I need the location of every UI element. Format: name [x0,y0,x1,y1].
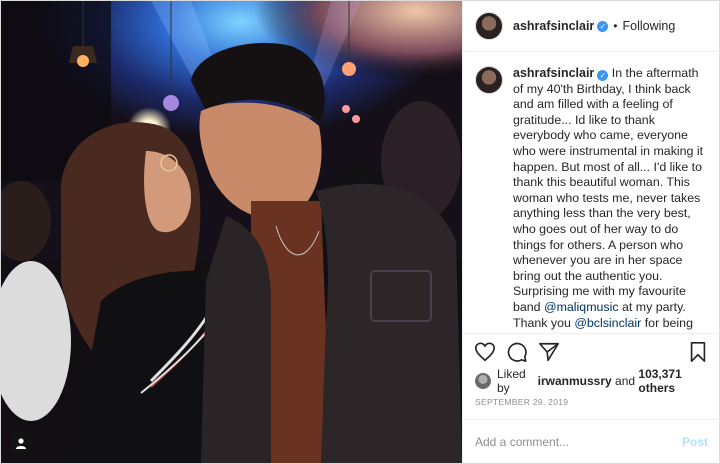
mention-link[interactable]: @maliqmusic [544,300,619,314]
tagged-users-button[interactable] [10,432,32,454]
post-photo[interactable] [1,1,462,463]
comment-icon[interactable] [505,340,529,364]
bookmark-icon[interactable] [686,340,710,364]
following-button[interactable]: Following [623,19,676,33]
avatar[interactable] [475,12,503,40]
post-sidebar: ashrafsinclair ✓ • Following ashrafsincl… [462,1,720,463]
avatar[interactable] [475,66,503,94]
likes-conjunction: and [615,374,636,388]
liker-username-link[interactable]: irwanmussry [538,374,612,388]
post-date[interactable]: SEPTEMBER 29, 2019 [463,392,720,413]
likes-summary: Liked by irwanmussry and 103,371 others [463,367,720,395]
likes-count-link[interactable]: 103,371 others [638,367,708,395]
caption-text: ashrafsinclair ✓ In the aftermath of my 4… [513,66,708,333]
share-icon[interactable] [537,340,561,364]
comment-box: Post [463,419,720,463]
liker-avatar[interactable] [475,373,491,389]
verified-badge-icon: ✓ [597,20,609,32]
action-bar [463,334,720,370]
verified-badge-icon: ✓ [597,70,609,81]
separator-dot: • [613,19,618,33]
instagram-post: ashrafsinclair ✓ • Following ashrafsincl… [0,0,720,464]
post-header: ashrafsinclair ✓ • Following [463,1,720,52]
caption-body-1: In the aftermath of my 40'th Birthday, I… [513,66,704,314]
couple-photo-illustration [1,1,462,463]
username-link[interactable]: ashrafsinclair [513,19,594,33]
heart-icon[interactable] [473,340,497,364]
comment-input[interactable] [475,434,682,449]
post-comment-button[interactable]: Post [682,435,708,449]
caption-username-link[interactable]: ashrafsinclair [513,66,594,80]
mention-link[interactable]: @bclsinclair [574,316,641,330]
caption-section: ashrafsinclair ✓ In the aftermath of my 4… [463,52,720,334]
person-icon [16,438,26,449]
likes-prefix: Liked by [497,367,526,395]
